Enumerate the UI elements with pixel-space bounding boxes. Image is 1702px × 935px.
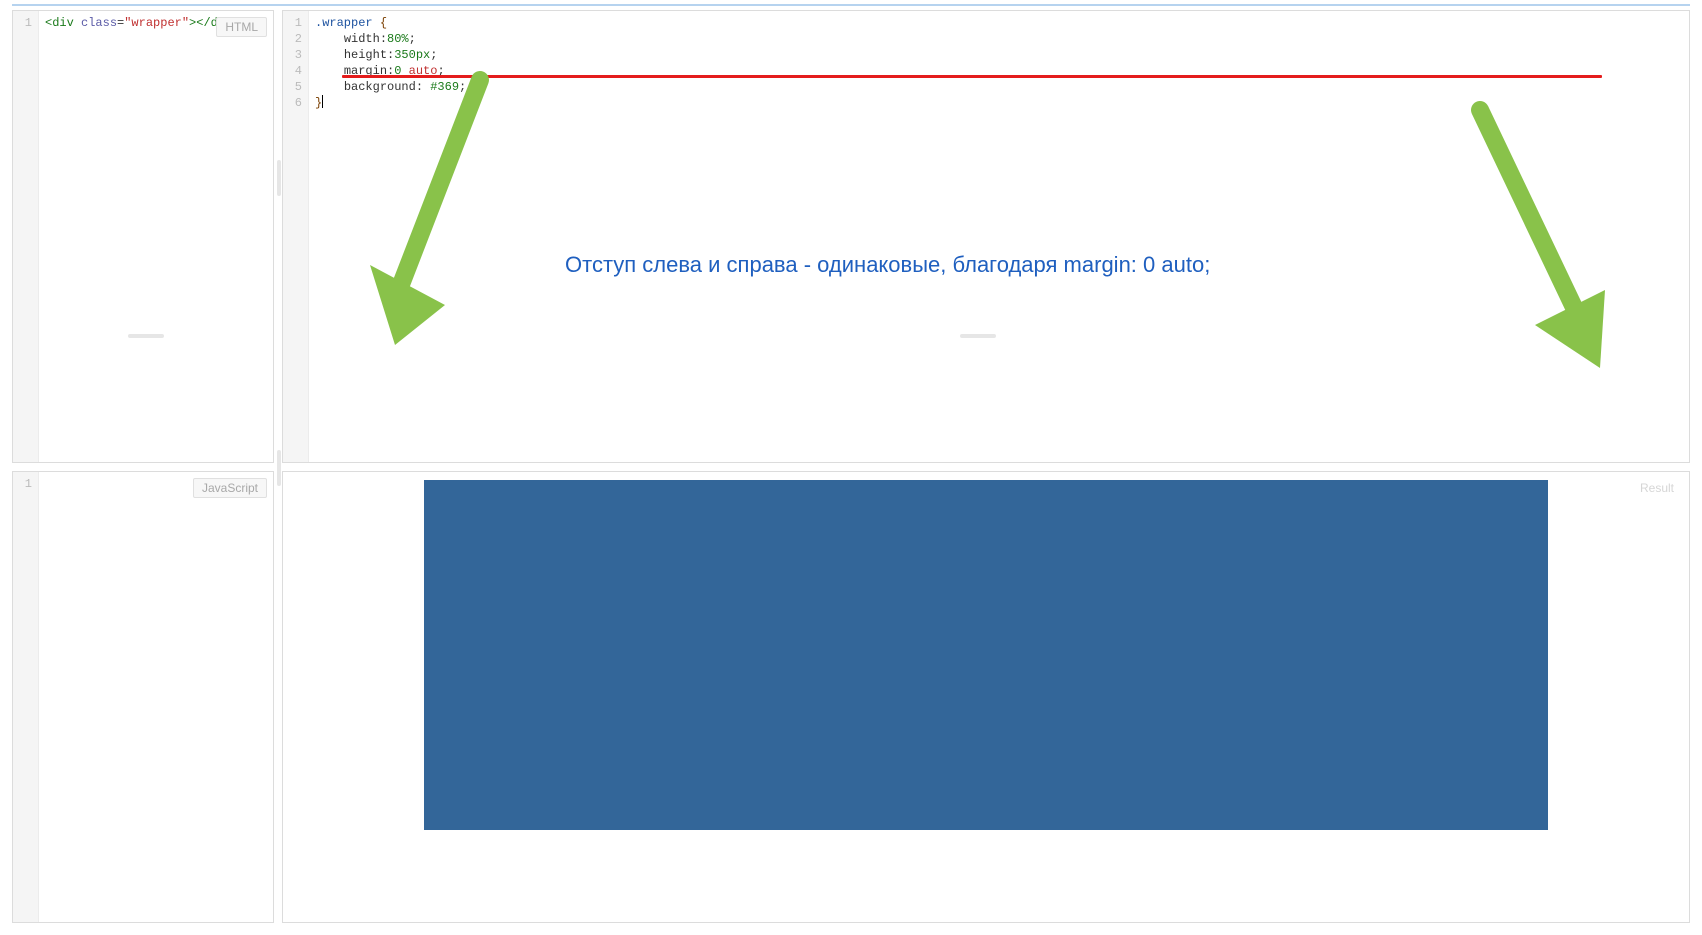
line-number: 1 <box>283 15 302 31</box>
line-number: 2 <box>283 31 302 47</box>
html-code-editor[interactable]: <div class="wrapper"></div> <box>39 11 273 462</box>
code-attr: class <box>81 16 117 30</box>
css-val-auto: auto <box>409 64 438 78</box>
js-panel: JavaScript 1 <box>12 471 274 924</box>
css-prop: width <box>344 32 380 46</box>
css-brace: { <box>380 16 387 30</box>
css-prop: background <box>344 80 416 94</box>
result-panel: Result <box>282 471 1690 924</box>
css-prop: height <box>344 48 387 62</box>
line-number: 4 <box>283 63 302 79</box>
css-val: 350px <box>394 48 430 62</box>
result-panel-label: Result <box>1631 478 1683 498</box>
splitter-handle[interactable] <box>277 450 281 486</box>
css-semi: ; <box>430 48 437 62</box>
html-gutter: 1 <box>13 11 39 462</box>
code-tag-open: <div <box>45 16 74 30</box>
line-number: 1 <box>13 15 32 31</box>
css-val: #369 <box>430 80 459 94</box>
css-semi: ; <box>459 80 466 94</box>
css-val: 0 <box>394 64 401 78</box>
css-brace: } <box>315 96 322 110</box>
css-val: 80% <box>387 32 409 46</box>
css-code-editor[interactable]: .wrapper { width:80%; height:350px; marg… <box>309 11 1689 462</box>
splitter-handle[interactable] <box>128 334 164 338</box>
css-selector: .wrapper <box>315 16 373 30</box>
line-number: 6 <box>283 95 302 111</box>
css-panel: 1 2 3 4 5 6 .wrapper { width:80%; height… <box>282 10 1690 463</box>
css-gutter: 1 2 3 4 5 6 <box>283 11 309 462</box>
js-gutter: 1 <box>13 472 39 923</box>
line-number: 1 <box>13 476 32 492</box>
line-number: 5 <box>283 79 302 95</box>
js-panel-label: JavaScript <box>193 478 267 498</box>
line-number: 3 <box>283 47 302 63</box>
code-str: "wrapper" <box>124 16 189 30</box>
css-prop: margin <box>344 64 387 78</box>
css-semi: ; <box>437 64 444 78</box>
fiddle-layout: HTML 1 <div class="wrapper"></div> 1 2 3… <box>12 4 1690 923</box>
html-panel: HTML 1 <div class="wrapper"></div> <box>12 10 274 463</box>
text-cursor <box>322 95 323 108</box>
css-semi: ; <box>409 32 416 46</box>
result-viewport[interactable] <box>283 472 1689 923</box>
splitter-handle[interactable] <box>960 334 996 338</box>
html-panel-label: HTML <box>216 17 267 37</box>
splitter-handle[interactable] <box>277 160 281 196</box>
demo-wrapper-box <box>424 480 1549 830</box>
js-code-editor[interactable] <box>39 472 273 923</box>
css-colon: : <box>416 80 423 94</box>
css-colon: : <box>380 32 387 46</box>
